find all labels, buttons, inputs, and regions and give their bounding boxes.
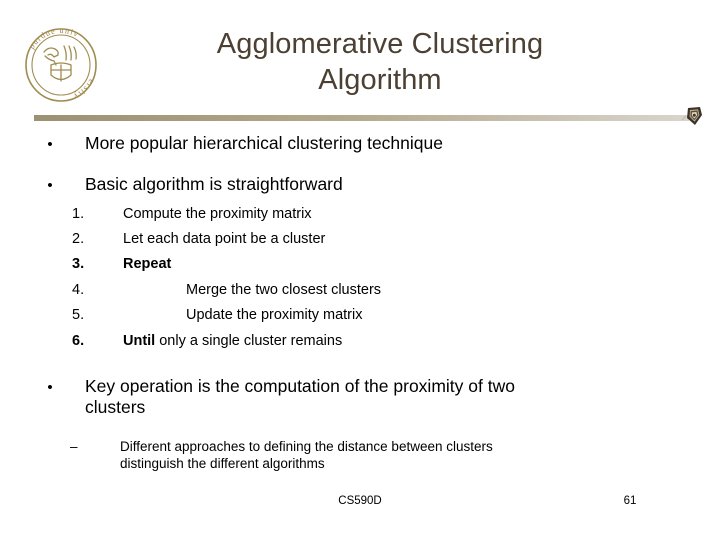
bullet-marker-icon: • [47,379,53,396]
sub-bullet-line-2: distinguish the different algorithms [120,456,325,471]
bullet-item-2: • Basic algorithm is straightforward [40,174,690,195]
slide-body: • More popular hierarchical clustering t… [0,0,720,540]
sub-bullet-line-1: Different approaches to defining the dis… [120,439,493,454]
bullet-item-1-text: More popular hierarchical clustering tec… [85,133,443,153]
step-number: 1. [72,206,85,222]
bullet-marker-icon: • [47,136,53,153]
step-number: 3. [72,256,85,272]
footer-course-label: CS590D [338,495,382,507]
dash-marker-icon: – [70,439,78,454]
bullet-item-3: • Key operation is the computation of th… [40,376,690,418]
bullet-item-3-line-1: Key operation is the computation of the … [85,376,515,396]
step-text: Compute the proximity matrix [123,206,312,222]
step-text: Until only a single cluster remains [123,333,343,349]
bullet-item-2-text: Basic algorithm is straightforward [85,174,343,194]
step-number: 4. [72,282,85,298]
step-text: Merge the two closest clusters [186,282,382,298]
step-number: 5. [72,307,85,323]
step-number: 6. [72,333,85,349]
sub-bullet-item-1-text: Different approaches to defining the dis… [120,438,680,472]
bullet-item-1: • More popular hierarchical clustering t… [40,133,690,154]
slide-canvas: purdue univ ersity Agglomerative Cluster… [0,0,720,540]
step-text: Update the proximity matrix [186,307,363,323]
step-text: Let each data point be a cluster [123,231,326,247]
step-text: Repeat [123,256,172,272]
footer-page-number: 61 [623,495,637,507]
step-number: 2. [72,231,85,247]
bullet-item-3-line-2: clusters [85,397,146,417]
bullet-marker-icon: • [47,177,53,194]
